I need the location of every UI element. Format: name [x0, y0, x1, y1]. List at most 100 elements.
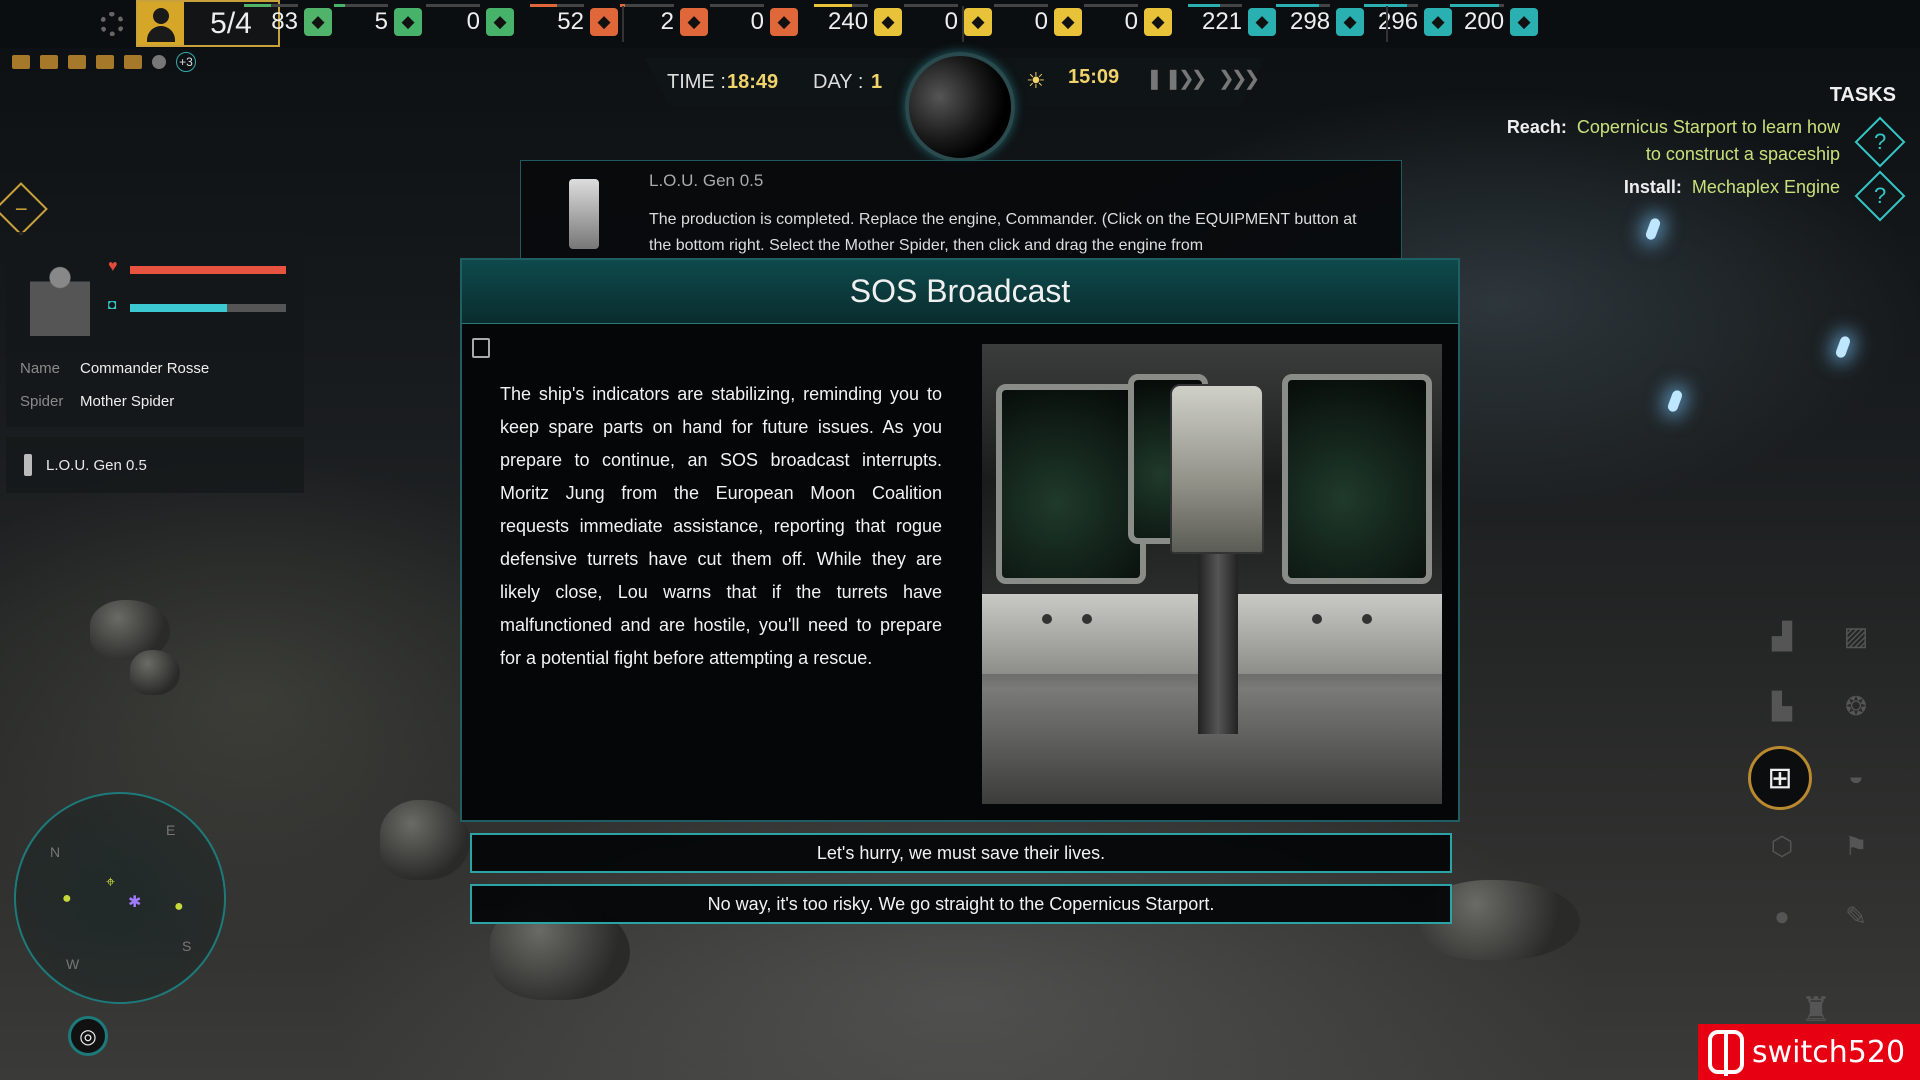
day-label: DAY :	[813, 70, 864, 93]
resource-level-fill	[1276, 4, 1320, 7]
time-value: 18:49	[727, 70, 779, 93]
spider-value: Mother Spider	[80, 393, 175, 410]
notes-icon[interactable]: ✎	[1836, 896, 1876, 936]
cube-icon[interactable]: ⬡	[1762, 826, 1802, 866]
resource-counter[interactable]: 5 ◆	[334, 4, 422, 36]
resource-level-bar	[1450, 4, 1505, 7]
unit-marker-icon[interactable]: ●	[62, 890, 72, 908]
mail-icon[interactable]	[40, 55, 58, 69]
fastest-forward-button[interactable]: ❯❯❯	[1218, 66, 1260, 91]
resource-value: 240	[828, 8, 869, 35]
radiation-icon: ◆	[964, 8, 992, 36]
player-location-icon[interactable]: ⌖	[106, 874, 115, 892]
resource-counter[interactable]: 0 ◆	[994, 4, 1082, 36]
unit-row[interactable]: L.O.U. Gen 0.5	[6, 437, 304, 493]
resource-value: 298	[1290, 8, 1331, 35]
robot-lou-icon	[569, 179, 599, 249]
resource-separator	[1386, 6, 1388, 42]
health-bar	[130, 266, 286, 274]
mail-icon[interactable]	[96, 55, 114, 69]
name-row: Name Commander Rosse	[20, 360, 209, 377]
task-value: Copernicus Starport to learn how	[1576, 117, 1840, 137]
resource-separator	[622, 6, 624, 42]
factory-icon[interactable]: ▙	[1762, 686, 1802, 726]
resource-level-bar	[426, 4, 480, 7]
resource-level-fill	[530, 4, 557, 7]
event-dialog: SOS Broadcast The ship's indicators are …	[460, 258, 1460, 822]
choice-save-button[interactable]: Let's hurry, we must save their lives.	[470, 833, 1452, 873]
spider-marker-icon[interactable]: ✱	[128, 892, 141, 912]
commander-avatar[interactable]	[30, 258, 90, 336]
resource-level-bar	[710, 4, 764, 7]
population-icon	[138, 2, 184, 45]
fast-forward-button[interactable]: ❯❯	[1178, 66, 1207, 91]
resource-counter[interactable]: 0 ◆	[904, 4, 992, 36]
battery-icon: ◆	[1510, 8, 1539, 36]
resource-counter[interactable]: 296 ◆	[1364, 4, 1453, 36]
metal-icon: ◆	[874, 8, 903, 36]
resource-counter[interactable]: 200 ◆	[1450, 4, 1539, 36]
notepad-icon	[472, 338, 490, 358]
resource-level-fill	[1188, 4, 1221, 7]
resource-counter[interactable]: 0 ◆	[1084, 4, 1172, 36]
task-install[interactable]: Install: Mechaplex Engine	[1624, 174, 1840, 201]
unit-name: L.O.U. Gen 0.5	[46, 456, 147, 474]
flag-icon[interactable]: ⚑	[1836, 826, 1876, 866]
resource-value: 52	[557, 8, 584, 35]
preview-title: L.O.U. Gen 0.5	[649, 171, 764, 190]
shield-fill	[130, 304, 227, 312]
task-value: Mechaplex Engine	[1691, 177, 1840, 197]
spider-row: Spider Mother Spider	[20, 393, 174, 410]
minimap-compass[interactable]: N E S W ● ⌖ ✱ ●	[14, 792, 226, 1004]
more-notifications-badge[interactable]: +3	[176, 52, 196, 72]
health-fill	[130, 266, 286, 274]
resource-counter[interactable]: 0 ◆	[710, 4, 798, 36]
task-help-icon[interactable]: ?	[1854, 170, 1906, 222]
circle-icon[interactable]: ●	[1762, 896, 1802, 936]
resource-level-bar	[244, 4, 298, 7]
resource-counter[interactable]: 52 ◆	[530, 4, 618, 36]
collapse-panel-button[interactable]: −	[0, 182, 48, 236]
crystal-icon: ◆	[770, 8, 798, 36]
resource-level-fill	[814, 4, 852, 7]
resource-counter[interactable]: 298 ◆	[1276, 4, 1365, 36]
resource-level-bar	[814, 4, 869, 7]
preview-text: The production is completed. Replace the…	[649, 211, 1357, 254]
compass-south: S	[182, 938, 192, 954]
dialog-body-text: The ship's indicators are stabilizing, r…	[500, 384, 942, 668]
resource-counter[interactable]: 240 ◆	[814, 4, 903, 36]
unit-marker-icon[interactable]: ●	[174, 898, 184, 916]
light-glow	[1666, 388, 1684, 414]
resource-level-bar	[904, 4, 958, 7]
resource-counter[interactable]: 83 ◆	[244, 4, 332, 36]
resource-level-fill	[244, 4, 271, 7]
resource-counter[interactable]: 0 ◆	[426, 4, 514, 36]
gear-small-icon[interactable]	[152, 55, 166, 69]
resource-counter[interactable]: 221 ◆	[1188, 4, 1277, 36]
helmet-icon[interactable]: ◒	[1836, 756, 1876, 796]
resource-value: 296	[1378, 8, 1419, 35]
research-icon[interactable]: ❂	[1836, 686, 1876, 726]
resource-counter[interactable]: 2 ◆	[620, 4, 708, 36]
choice-skip-button[interactable]: No way, it's too risky. We go straight t…	[470, 884, 1452, 924]
shield-icon: ◘	[108, 296, 117, 312]
mail-icon[interactable]	[12, 55, 30, 69]
scroll-icon[interactable]: ▨	[1836, 616, 1876, 656]
equipment-grid-button[interactable]: ⊞	[1748, 746, 1812, 810]
resource-value: 0	[750, 8, 764, 35]
task-reach[interactable]: Reach: Copernicus Starport to learn how …	[1507, 114, 1840, 168]
compass-west: W	[66, 956, 80, 972]
dialog-header: SOS Broadcast	[462, 260, 1458, 324]
resource-separator	[962, 6, 964, 42]
task-help-icon[interactable]: ?	[1854, 116, 1906, 168]
rock	[380, 800, 470, 880]
resource-bar: 5/4 83 ◆ 5 ◆ 0 ◆ 52 ◆ 2 ◆ 0 ◆ 240 ◆ 0 ◆ 0 ◆ 0 ◆ 221 ◆ 298 ◆ 296 ◆…	[0, 0, 1920, 48]
settings-gear-icon[interactable]	[100, 12, 124, 36]
build-icon[interactable]: ▟	[1762, 616, 1802, 656]
watermark-text: switch520	[1752, 1034, 1906, 1070]
camera-center-button[interactable]: ◎	[68, 1016, 108, 1056]
switch-logo-icon	[1708, 1030, 1744, 1076]
mail-icon[interactable]	[68, 55, 86, 69]
mail-icon[interactable]	[124, 55, 142, 69]
notification-bar: +3	[12, 52, 196, 72]
